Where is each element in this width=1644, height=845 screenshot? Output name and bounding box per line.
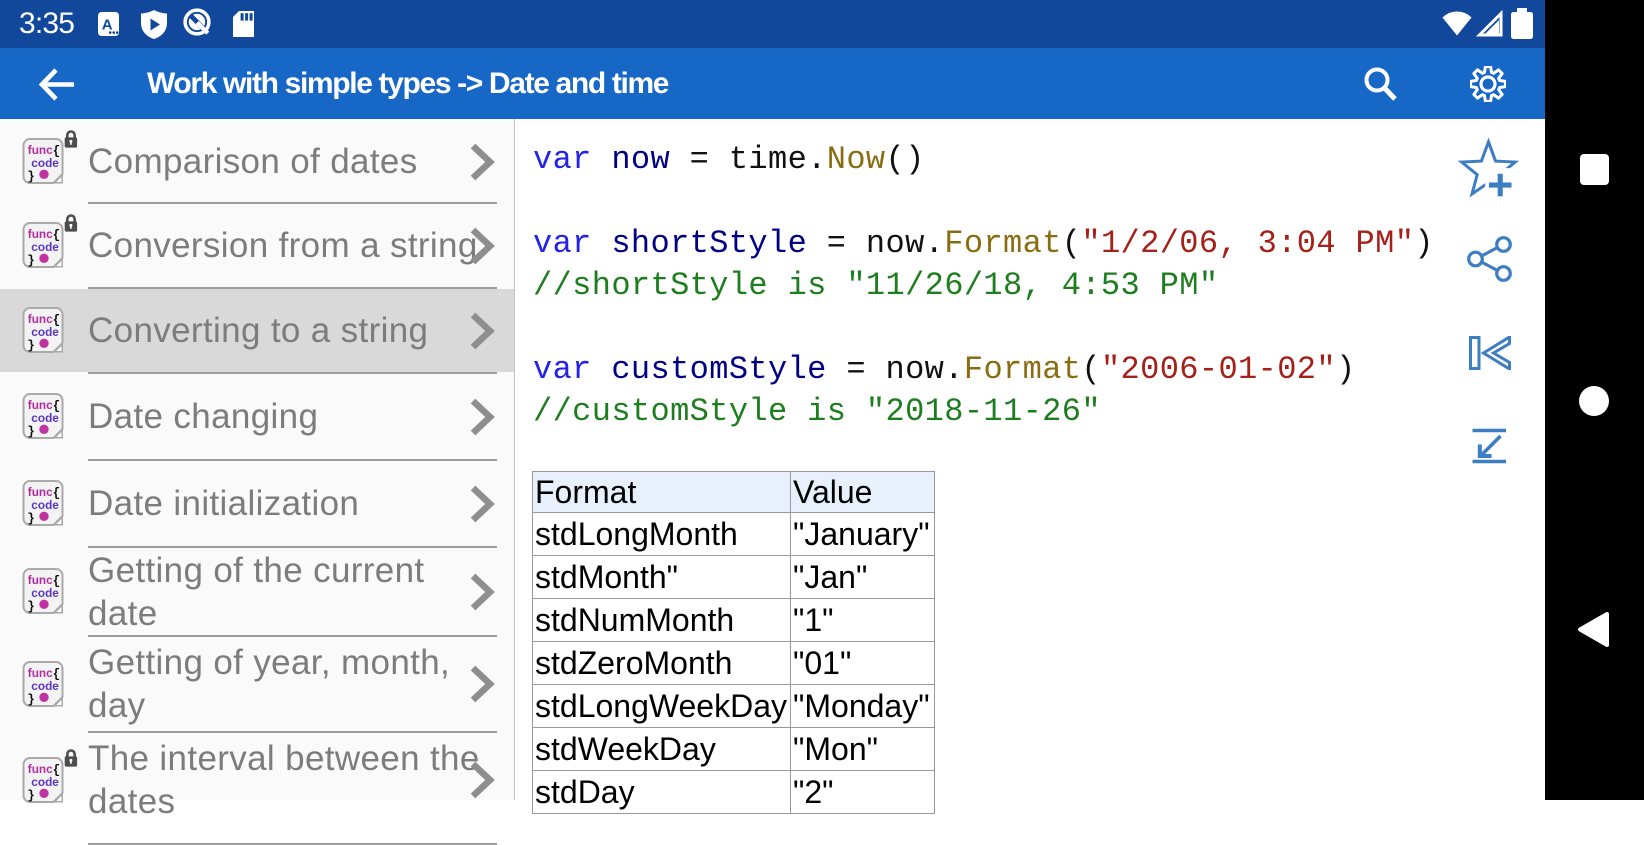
svg-text:code: code [31,498,59,512]
svg-text:code: code [31,411,59,425]
svg-text:}: } [27,170,35,184]
svg-text:}: } [27,600,35,614]
svg-text:func: func [27,762,52,776]
svg-text:}: } [27,339,35,353]
svg-text:code: code [31,586,59,600]
svg-text:}: } [27,693,35,707]
svg-text:}: } [27,425,35,439]
svg-text:code: code [31,156,59,170]
svg-text:}: } [27,789,35,803]
svg-text:code: code [31,325,59,339]
svg-text:func: func [27,485,52,499]
svg-text:func: func [27,143,52,157]
svg-text:func: func [27,398,52,412]
svg-text:}: } [27,512,35,526]
svg-text:}: } [27,254,35,268]
svg-text:code: code [31,679,59,693]
svg-text:func: func [27,666,52,680]
svg-text:A: A [102,17,113,34]
svg-text:code: code [31,775,59,789]
svg-text:func: func [27,227,52,241]
svg-text:func: func [27,312,52,326]
svg-text:func: func [27,573,52,587]
svg-text:code: code [31,240,59,254]
